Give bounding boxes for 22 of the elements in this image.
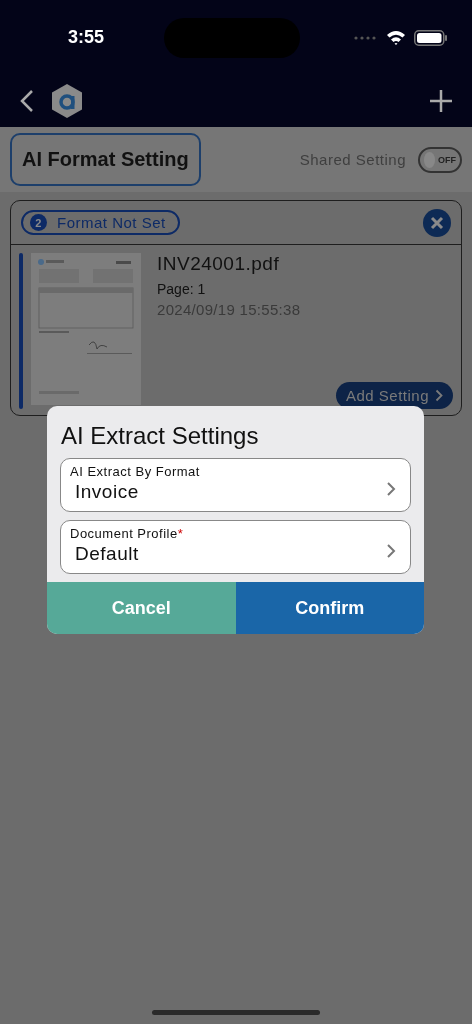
count-badge: 2: [30, 214, 47, 231]
back-icon[interactable]: [20, 90, 34, 112]
chevron-icon: [386, 481, 396, 497]
select-field[interactable]: AI Extract By Format Invoice: [60, 458, 411, 512]
signal-icon: [354, 35, 378, 40]
page-number: Page: 1: [157, 281, 207, 297]
add-setting-button[interactable]: Add Setting: [335, 382, 453, 409]
confirm-button[interactable]: Confirm: [235, 582, 424, 634]
status-time: 3:55: [68, 27, 105, 48]
hexagon-logo-icon: [52, 84, 82, 118]
dialog-title: AI Extract Settings: [60, 421, 260, 451]
shared-toggle[interactable]: OFF: [418, 146, 462, 173]
section-title: AI Format Setting: [10, 133, 201, 186]
wifi-icon: [386, 30, 406, 45]
chevron-icon: [386, 543, 396, 559]
add-icon[interactable]: [430, 90, 452, 112]
battery-icon: [414, 29, 448, 46]
file-name: INV24001.pdf: [157, 253, 281, 275]
close-icon[interactable]: [423, 208, 451, 237]
chevron-icon: [435, 389, 443, 402]
status-label: Format Not Set: [57, 214, 166, 231]
select-field[interactable]: Document Profile* Default: [60, 520, 411, 574]
